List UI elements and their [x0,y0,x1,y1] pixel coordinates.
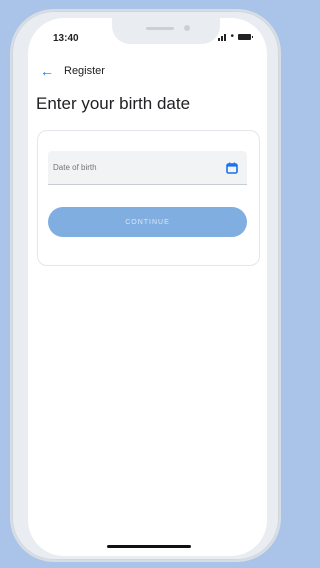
signal-icon [218,33,227,41]
continue-button[interactable]: CONTINUE [48,207,247,237]
header-title: Register [64,65,105,77]
phone-screen: 13:40 • ← Register Enter your birth date… [28,18,267,556]
app-header: ← Register [40,64,105,78]
page-title: Enter your birth date [36,94,191,113]
calendar-icon[interactable] [226,162,238,174]
birth-date-card: CONTINUE [37,130,260,266]
battery-icon [238,34,253,40]
status-icons: • [218,31,253,42]
notch [112,18,220,44]
arrow-left-icon[interactable]: ← [40,64,54,78]
camera-icon [184,25,190,31]
home-indicator [107,545,191,548]
wifi-icon: • [230,31,234,42]
status-time: 13:40 [53,33,79,44]
birth-date-field[interactable] [48,151,247,185]
speaker-icon [146,27,174,30]
birth-date-input[interactable] [48,162,215,173]
